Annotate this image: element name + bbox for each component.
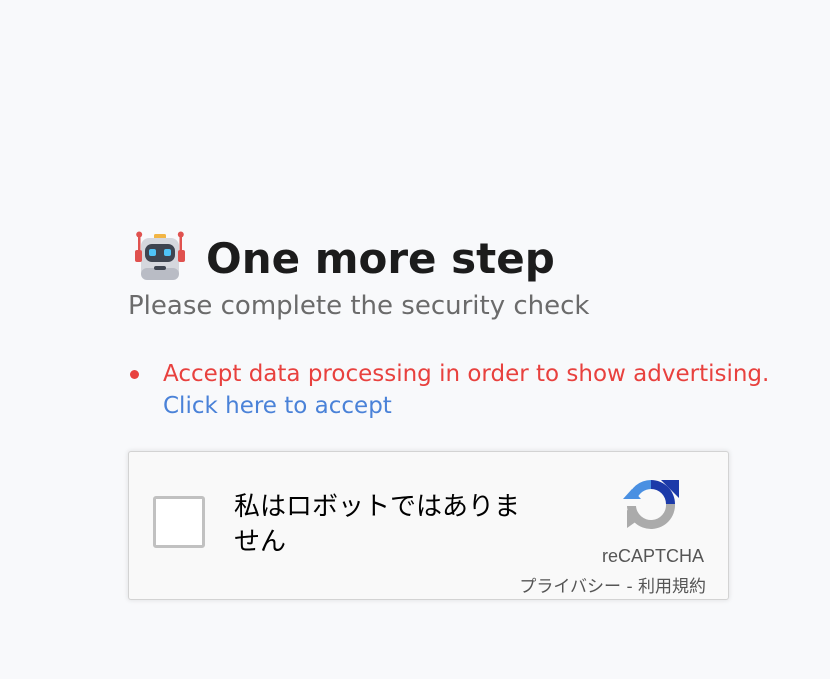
robot-icon xyxy=(135,231,185,280)
list-item: Accept data processing in order to show … xyxy=(128,358,769,422)
notice-list: Accept data processing in order to show … xyxy=(128,358,769,422)
link-separator: - xyxy=(621,577,638,597)
heading-row: One more step xyxy=(132,230,555,286)
recaptcha-logo-icon xyxy=(623,480,679,530)
recaptcha-footer-links: プライバシー - 利用規約 xyxy=(519,572,706,597)
recaptcha-checkbox[interactable] xyxy=(153,496,205,548)
security-check-page: One more step Please complete the securi… xyxy=(0,0,830,679)
privacy-link[interactable]: プライバシー xyxy=(519,577,621,597)
page-subtitle: Please complete the security check xyxy=(128,291,590,321)
notice-message: Accept data processing in order to show … xyxy=(163,361,770,387)
bullet-icon xyxy=(130,370,139,379)
terms-link[interactable]: 利用規約 xyxy=(638,577,706,597)
recaptcha-checkbox-label: 私はロボットではありません xyxy=(234,492,521,557)
recaptcha-brand-label: reCAPTCHA xyxy=(601,546,704,566)
recaptcha-widget: 私はロボットではありません reCAPTCHA プライバシー - 利用規約 xyxy=(128,451,729,600)
accept-link[interactable]: Click here to accept xyxy=(163,390,769,422)
page-title: One more step xyxy=(206,233,555,283)
